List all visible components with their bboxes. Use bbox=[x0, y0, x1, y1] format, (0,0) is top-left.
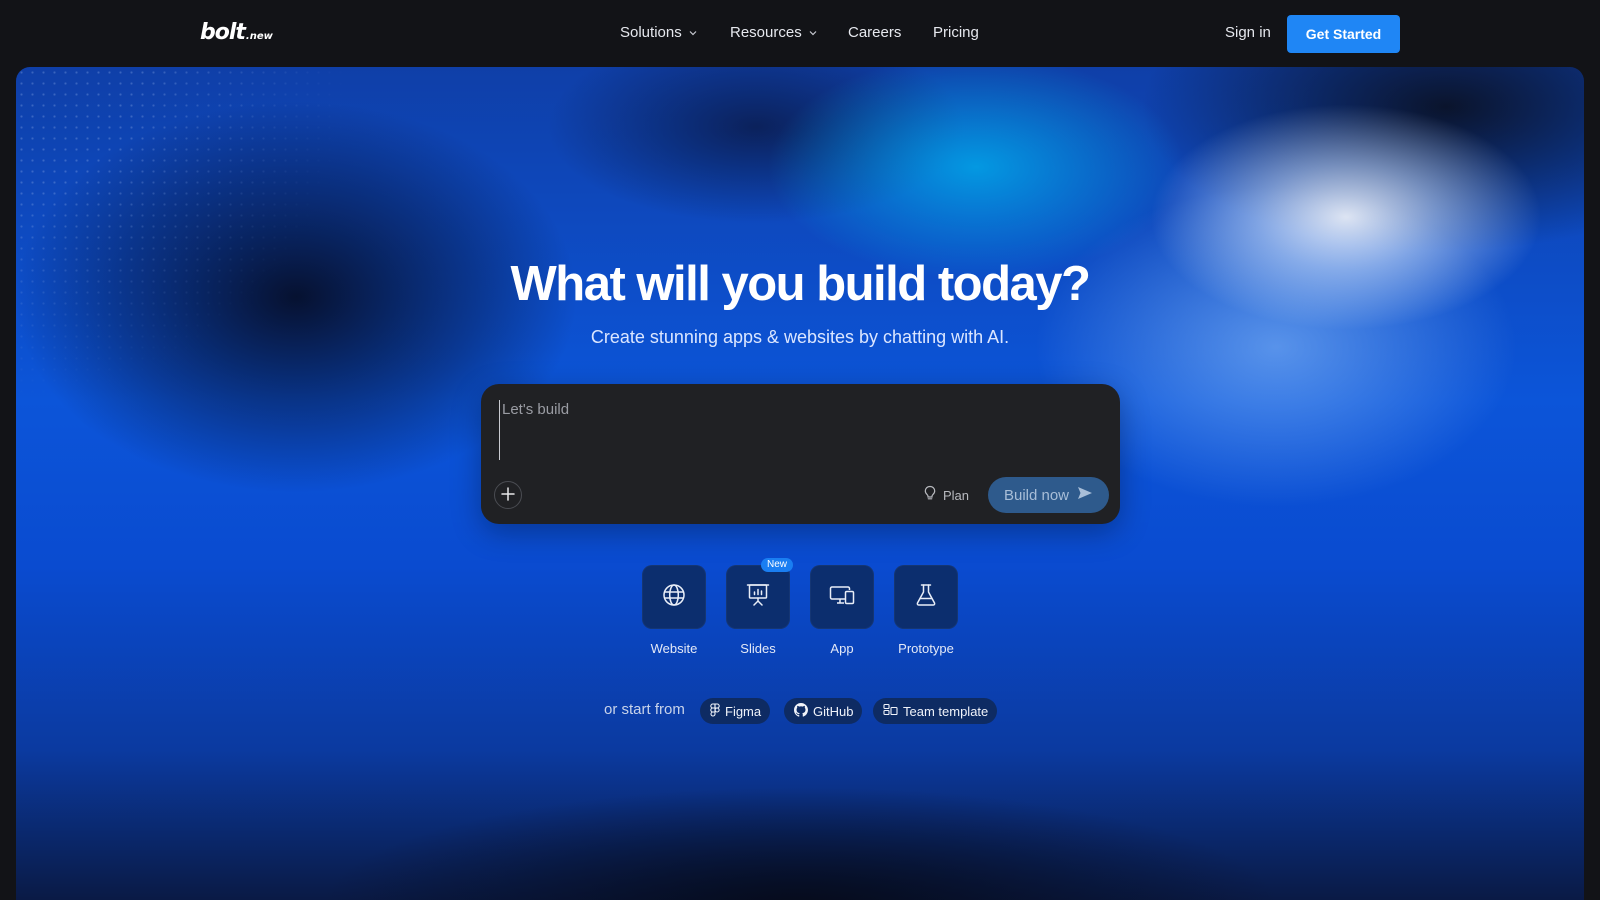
presentation-icon bbox=[745, 582, 771, 613]
team-template-label: Team template bbox=[903, 703, 989, 719]
mode-website[interactable]: Website bbox=[642, 565, 706, 657]
nav-careers[interactable]: Careers bbox=[848, 22, 901, 44]
mode-prototype-tile[interactable] bbox=[894, 565, 958, 629]
nav-resources-label: Resources bbox=[730, 24, 802, 41]
globe-icon bbox=[661, 582, 687, 613]
flask-icon bbox=[913, 582, 939, 613]
chevron-down-icon bbox=[808, 28, 818, 38]
mode-prototype-label: Prototype bbox=[898, 641, 954, 656]
figma-icon bbox=[710, 702, 720, 720]
start-from-github[interactable]: GitHub bbox=[784, 698, 863, 724]
top-navbar: bolt.new Solutions Resources Careers Pri… bbox=[0, 0, 1600, 67]
nav-pricing-label: Pricing bbox=[933, 24, 979, 41]
mode-app-tile[interactable] bbox=[810, 565, 874, 629]
github-icon bbox=[794, 702, 808, 720]
mode-slides-tile[interactable] bbox=[726, 565, 790, 629]
start-from-row: or start from Figma GitHub Team template bbox=[604, 698, 1024, 724]
mode-website-tile[interactable] bbox=[642, 565, 706, 629]
lightbulb-icon bbox=[923, 485, 937, 507]
mode-selector: Website New Slides App Prototype bbox=[642, 558, 958, 657]
plus-icon bbox=[501, 486, 515, 504]
send-arrow-icon bbox=[1077, 486, 1093, 504]
sign-in-link[interactable]: Sign in bbox=[1225, 22, 1271, 44]
hero-title: What will you build today? bbox=[510, 257, 1091, 311]
logo-main: bolt bbox=[200, 20, 246, 45]
start-from-team-template[interactable]: Team template bbox=[873, 698, 998, 724]
plan-label: Plan bbox=[943, 488, 970, 503]
nav-pricing[interactable]: Pricing bbox=[933, 22, 979, 44]
mode-app[interactable]: App bbox=[810, 565, 874, 657]
mode-slides[interactable]: New Slides bbox=[726, 558, 794, 657]
start-from-figma[interactable]: Figma bbox=[700, 698, 771, 724]
team-template-icon bbox=[883, 703, 898, 719]
build-now-label: Build now bbox=[1003, 486, 1070, 504]
plan-button[interactable]: Plan bbox=[923, 485, 969, 507]
get-started-button[interactable]: Get Started bbox=[1287, 15, 1400, 53]
logo-suffix: .new bbox=[245, 31, 273, 42]
mode-prototype[interactable]: Prototype bbox=[894, 565, 958, 657]
github-label: GitHub bbox=[813, 703, 854, 719]
bolt-logo[interactable]: bolt.new bbox=[200, 20, 273, 50]
devices-icon bbox=[828, 582, 856, 613]
start-from-label: or start from bbox=[604, 701, 685, 718]
nav-solutions-label: Solutions bbox=[620, 24, 682, 41]
chevron-down-icon bbox=[688, 28, 698, 38]
prompt-input[interactable] bbox=[499, 400, 1099, 460]
prompt-box: Plan Build now bbox=[481, 384, 1120, 524]
build-now-button[interactable]: Build now bbox=[988, 477, 1109, 513]
hero-subtitle: Create stunning apps & websites by chatt… bbox=[590, 327, 1010, 347]
nav-resources[interactable]: Resources bbox=[730, 22, 818, 44]
new-badge: New bbox=[761, 558, 794, 572]
figma-label: Figma bbox=[725, 703, 762, 719]
nav-careers-label: Careers bbox=[848, 24, 902, 41]
nav-solutions[interactable]: Solutions bbox=[620, 22, 698, 44]
add-attachment-button[interactable] bbox=[494, 481, 522, 509]
